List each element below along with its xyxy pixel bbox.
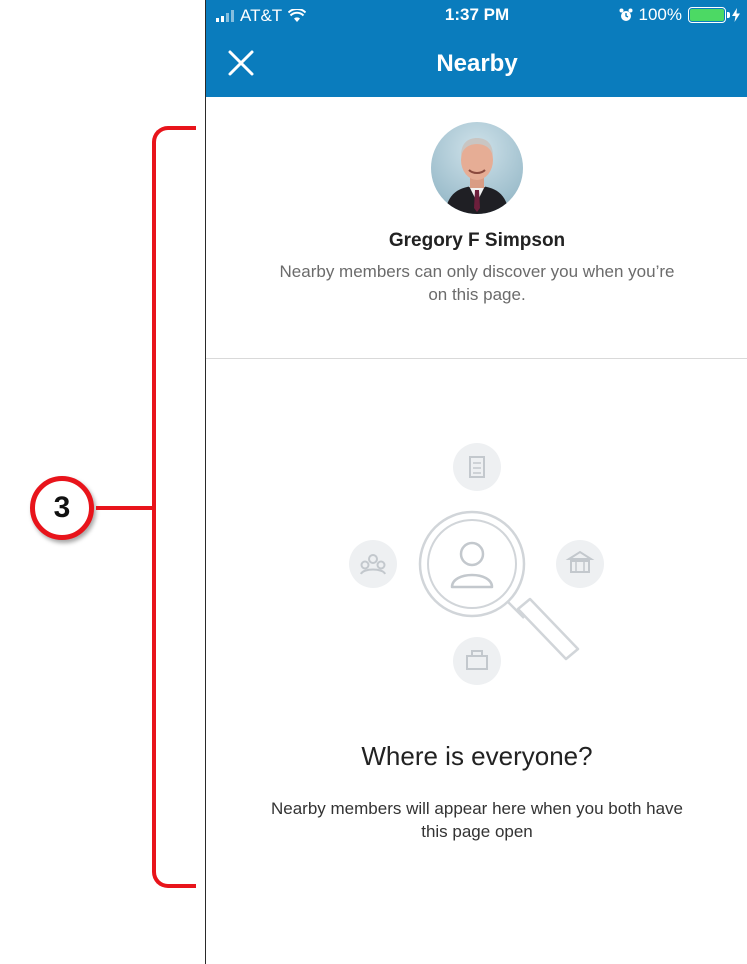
magnifier-icon bbox=[418, 510, 580, 661]
phone-screen: AT&T 1:37 PM 100% Nearby Gregory F Simps… bbox=[205, 0, 747, 964]
annotation-connector bbox=[96, 506, 152, 510]
empty-state: Where is everyone? Nearby members will a… bbox=[206, 359, 747, 959]
nav-bar: Nearby bbox=[206, 30, 747, 97]
annotation-number: 3 bbox=[53, 491, 71, 524]
school-icon bbox=[556, 540, 604, 588]
page-title: Nearby bbox=[436, 50, 518, 77]
avatar bbox=[431, 122, 523, 214]
status-right: 100% bbox=[619, 5, 740, 25]
empty-state-title: Where is everyone? bbox=[361, 741, 593, 771]
annotation-bracket bbox=[152, 126, 196, 888]
building-icon bbox=[453, 443, 501, 491]
status-bar: AT&T 1:37 PM 100% bbox=[206, 0, 747, 30]
battery-percent: 100% bbox=[638, 5, 682, 24]
alarm-icon bbox=[619, 8, 633, 21]
profile-section: Gregory F Simpson Nearby members can onl… bbox=[206, 97, 747, 359]
briefcase-icon bbox=[453, 637, 501, 685]
group-icon bbox=[349, 540, 397, 588]
discoverability-note: Nearby members can only discover you whe… bbox=[279, 262, 675, 304]
charging-icon bbox=[732, 8, 740, 22]
member-name: Gregory F Simpson bbox=[388, 230, 566, 251]
battery-icon bbox=[688, 7, 730, 23]
empty-state-illustration bbox=[349, 443, 604, 685]
empty-state-subtitle: Nearby members will appear here when you… bbox=[270, 799, 683, 841]
annotation-number-badge: 3 bbox=[30, 476, 94, 540]
person-photo-icon bbox=[445, 138, 509, 214]
